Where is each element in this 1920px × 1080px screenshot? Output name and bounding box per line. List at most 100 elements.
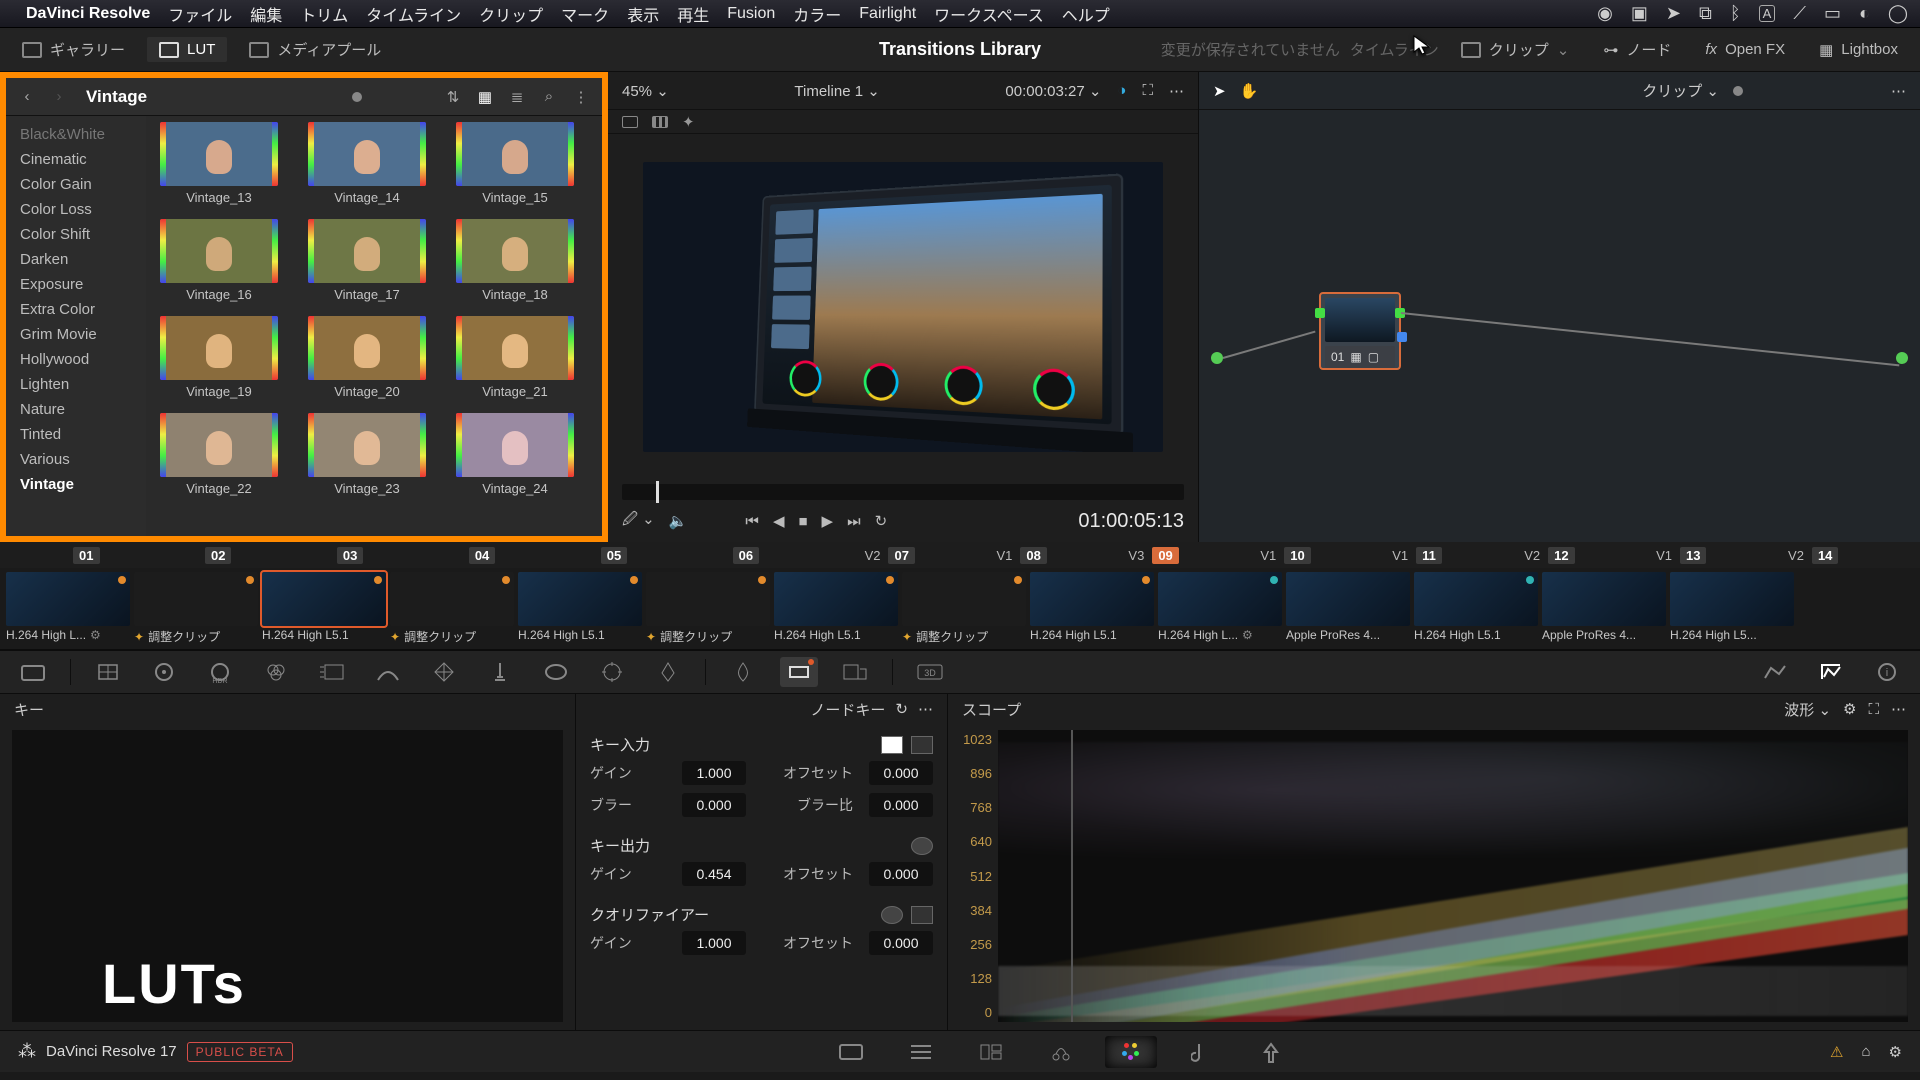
- matte-white-icon[interactable]: [881, 736, 903, 754]
- search-icon[interactable]: ⌕: [538, 86, 560, 108]
- scope-settings-icon[interactable]: ⚙: [1843, 700, 1856, 718]
- scope-expand-icon[interactable]: ⛶: [1868, 701, 1879, 718]
- viewer-mode-a-icon[interactable]: [622, 116, 638, 128]
- clip-thumbnail[interactable]: Apple ProRes 4...: [1542, 572, 1666, 642]
- clip-thumbnail[interactable]: H.264 High L5.1: [262, 572, 386, 642]
- in-blur-value[interactable]: 0.000: [682, 793, 746, 817]
- out-gain-value[interactable]: 0.454: [682, 862, 746, 886]
- strip-header-segment[interactable]: V212: [1524, 547, 1648, 564]
- strip-header-segment[interactable]: V207: [865, 547, 989, 564]
- more-icon[interactable]: ⋮: [570, 86, 592, 108]
- status-bluetooth-icon[interactable]: ᛒ: [1730, 3, 1741, 24]
- out-offset-value[interactable]: 0.000: [869, 862, 933, 886]
- toolbar-lut[interactable]: LUT: [147, 37, 227, 62]
- lut-item[interactable]: Vintage_24: [448, 413, 582, 496]
- lut-category-item[interactable]: Cinematic: [6, 147, 146, 172]
- nodes-clip-label[interactable]: クリップ ⌄: [1642, 80, 1719, 101]
- strip-header-segment[interactable]: V111: [1392, 547, 1516, 564]
- magic-mask-icon[interactable]: [649, 657, 687, 687]
- status-grid-icon[interactable]: ⧉: [1699, 3, 1712, 24]
- in-blurratio-value[interactable]: 0.000: [869, 793, 933, 817]
- toolbar-lightbox[interactable]: ▦Lightbox: [1807, 37, 1910, 63]
- strip-header-segment[interactable]: 01: [73, 547, 197, 564]
- workspace-color-icon[interactable]: [1105, 1036, 1157, 1068]
- workspace-edit-icon[interactable]: [965, 1036, 1017, 1068]
- clip-thumbnail[interactable]: H.264 High L5.1: [774, 572, 898, 642]
- 3d-icon[interactable]: 3D: [911, 657, 949, 687]
- key-icon[interactable]: [780, 657, 818, 687]
- strip-header-segment[interactable]: V214: [1788, 547, 1912, 564]
- clip-thumbnail[interactable]: Apple ProRes 4...: [1286, 572, 1410, 642]
- menu-mark[interactable]: マーク: [561, 2, 609, 26]
- clip-thumbnail[interactable]: H.264 High L...⚙: [1158, 572, 1282, 642]
- menu-edit[interactable]: 編集: [250, 2, 282, 26]
- viewer-frame[interactable]: [643, 162, 1163, 452]
- strip-header-segment[interactable]: V113: [1656, 547, 1780, 564]
- menu-file[interactable]: ファイル: [168, 2, 232, 26]
- stop-icon[interactable]: ■: [798, 513, 807, 530]
- nav-back-icon[interactable]: ‹: [16, 86, 38, 108]
- status-record-icon[interactable]: ◉: [1597, 3, 1613, 24]
- next-clip-icon[interactable]: ⏭: [847, 513, 861, 530]
- status-swirl-icon[interactable]: ◐: [1859, 3, 1870, 24]
- lut-category-item[interactable]: Color Loss: [6, 197, 146, 222]
- scope-mode[interactable]: 波形 ⌄: [1784, 699, 1831, 720]
- clip-thumbnail[interactable]: H.264 High L5.1: [518, 572, 642, 642]
- strip-header-segment[interactable]: V108: [997, 547, 1121, 564]
- toolbar-mediapool[interactable]: メディアプール: [237, 35, 393, 64]
- sizing-icon[interactable]: [836, 657, 874, 687]
- workspace-media-icon[interactable]: [825, 1036, 877, 1068]
- status-a-icon[interactable]: A: [1759, 5, 1776, 22]
- lut-item[interactable]: Vintage_16: [152, 219, 286, 302]
- clip-thumbnail[interactable]: H.264 High L5.1: [1030, 572, 1154, 642]
- pointer-tool-icon[interactable]: ➤: [1213, 82, 1226, 100]
- status-battery-icon[interactable]: ▭: [1824, 3, 1841, 24]
- lut-category-item[interactable]: Black&White: [6, 122, 146, 147]
- strip-header-segment[interactable]: 04: [469, 547, 593, 564]
- q-offset-value[interactable]: 0.000: [869, 931, 933, 955]
- in-offset-value[interactable]: 0.000: [869, 761, 933, 785]
- nodes-more-icon[interactable]: ⋯: [1891, 82, 1906, 100]
- lut-category-item[interactable]: Color Shift: [6, 222, 146, 247]
- viewer-rec-tc[interactable]: 00:00:03:27 ⌄: [1005, 82, 1101, 100]
- strip-header-segment[interactable]: V309: [1128, 547, 1252, 564]
- camera-raw-icon[interactable]: [14, 657, 52, 687]
- menu-trim[interactable]: トリム: [300, 2, 348, 26]
- qual-dark-icon[interactable]: [881, 906, 903, 924]
- mute-icon[interactable]: 🖉 ⌄: [622, 509, 655, 534]
- lut-item[interactable]: Vintage_21: [448, 316, 582, 399]
- strip-header-segment[interactable]: 03: [337, 547, 461, 564]
- lut-item[interactable]: Vintage_17: [300, 219, 434, 302]
- home-icon[interactable]: ⌂: [1861, 1043, 1870, 1060]
- warning-icon[interactable]: ⚠: [1830, 1043, 1843, 1061]
- clip-thumbnail[interactable]: H.264 High L5...: [1670, 572, 1794, 642]
- lut-category-item[interactable]: Hollywood: [6, 347, 146, 372]
- menu-view[interactable]: 表示: [627, 2, 659, 26]
- lut-category-item[interactable]: Darken: [6, 247, 146, 272]
- lut-category-item[interactable]: Various: [6, 447, 146, 472]
- wheels-icon[interactable]: [145, 657, 183, 687]
- menu-color[interactable]: カラー: [793, 2, 841, 26]
- status-play-icon[interactable]: ➤: [1666, 3, 1681, 24]
- app-name[interactable]: DaVinci Resolve: [26, 5, 150, 23]
- in-gain-value[interactable]: 1.000: [682, 761, 746, 785]
- toolbar-openfx[interactable]: fxOpen FX: [1693, 37, 1797, 62]
- toolbar-gallery[interactable]: ギャラリー: [10, 35, 137, 64]
- viewer-zoom[interactable]: 45% ⌄: [622, 82, 669, 100]
- scope-more-icon[interactable]: ⋯: [1891, 700, 1906, 718]
- lut-item[interactable]: Vintage_23: [300, 413, 434, 496]
- clip-thumbnail[interactable]: ✦調整クリップ: [390, 572, 514, 645]
- curves-icon[interactable]: [369, 657, 407, 687]
- step-back-icon[interactable]: ◀: [773, 512, 785, 530]
- qualifier-icon[interactable]: [481, 657, 519, 687]
- strip-header-segment[interactable]: 02: [205, 547, 329, 564]
- menu-playback[interactable]: 再生: [677, 2, 709, 26]
- workspace-cut-icon[interactable]: [895, 1036, 947, 1068]
- lut-item[interactable]: Vintage_19: [152, 316, 286, 399]
- node-output-icon[interactable]: [1896, 352, 1908, 364]
- viewer-scrubber[interactable]: [622, 484, 1184, 500]
- strip-header-segment[interactable]: V110: [1260, 547, 1384, 564]
- workspace-fairlight-icon[interactable]: [1175, 1036, 1227, 1068]
- toolbar-clip[interactable]: クリップ⌄: [1449, 35, 1582, 64]
- clip-thumbnail[interactable]: ✦調整クリップ: [646, 572, 770, 645]
